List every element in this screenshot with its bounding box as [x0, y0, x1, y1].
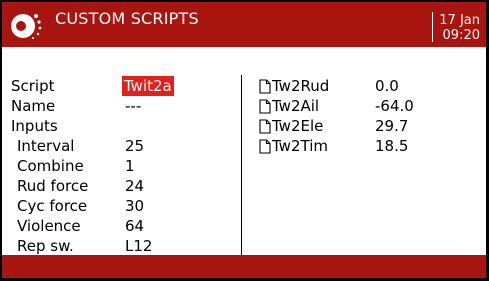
setting-row[interactable]: Combine 1 [2, 156, 238, 176]
setting-value[interactable]: 24 [125, 176, 144, 196]
setting-label: Combine [17, 157, 84, 175]
header-bar: CUSTOM SCRIPTS 17 Jan 09:20 [2, 2, 486, 47]
setting-value[interactable]: L12 [125, 236, 152, 256]
setting-label: Violence [17, 217, 81, 235]
radio-logo-icon[interactable] [6, 8, 48, 44]
setting-label: Rud force [17, 177, 89, 195]
time-label: 09:20 [442, 28, 480, 43]
file-icon [259, 99, 271, 114]
setting-value[interactable]: 1 [125, 156, 135, 176]
setting-label: Script [11, 77, 55, 95]
file-icon [259, 139, 271, 154]
setting-row[interactable]: Interval 25 [2, 136, 238, 156]
content-area: Script Twit2a Name --- Inputs Interval 25 Combi… [2, 47, 486, 255]
output-label: Tw2Tim [272, 137, 328, 155]
setting-value[interactable]: --- [125, 96, 141, 116]
output-row: Tw2Ele 29.7 [242, 116, 486, 136]
datetime-separator [432, 12, 433, 42]
output-label: Tw2Ele [272, 117, 324, 135]
setting-row[interactable]: Rep sw. L12 [2, 236, 238, 256]
output-label: Tw2Rud [272, 77, 330, 95]
setting-value[interactable]: 64 [125, 216, 144, 236]
output-label: Tw2Ail [272, 97, 320, 115]
setting-label: Cyc force [17, 197, 88, 215]
output-row: Tw2Tim 18.5 [242, 136, 486, 156]
file-icon [259, 79, 271, 94]
output-value: 18.5 [375, 137, 409, 155]
setting-label: Interval [17, 137, 75, 155]
screen: CUSTOM SCRIPTS 17 Jan 09:20 Script Twit2a… [2, 2, 486, 278]
output-value: -64.0 [375, 97, 414, 115]
setting-row[interactable]: Script Twit2a [2, 76, 238, 96]
setting-value[interactable]: 30 [125, 196, 144, 216]
setting-row[interactable]: Cyc force 30 [2, 196, 238, 216]
date-label: 17 Jan [439, 13, 480, 28]
output-row: Tw2Rud 0.0 [242, 76, 486, 96]
setting-label: Name [11, 97, 56, 115]
setting-row[interactable]: Inputs [2, 116, 238, 136]
setting-value[interactable]: 25 [125, 136, 144, 156]
footer-bar [2, 255, 486, 278]
script-selector[interactable]: Twit2a [122, 76, 174, 96]
file-icon [259, 119, 271, 134]
output-value: 29.7 [375, 117, 409, 135]
output-row: Tw2Ail -64.0 [242, 96, 486, 116]
setting-label: Rep sw. [17, 237, 74, 255]
output-value: 0.0 [375, 77, 399, 95]
setting-row[interactable]: Rud force 24 [2, 176, 238, 196]
page-title: CUSTOM SCRIPTS [55, 9, 199, 28]
setting-row[interactable]: Name --- [2, 96, 238, 116]
setting-label: Inputs [11, 117, 58, 135]
setting-row[interactable]: Violence 64 [2, 216, 238, 236]
